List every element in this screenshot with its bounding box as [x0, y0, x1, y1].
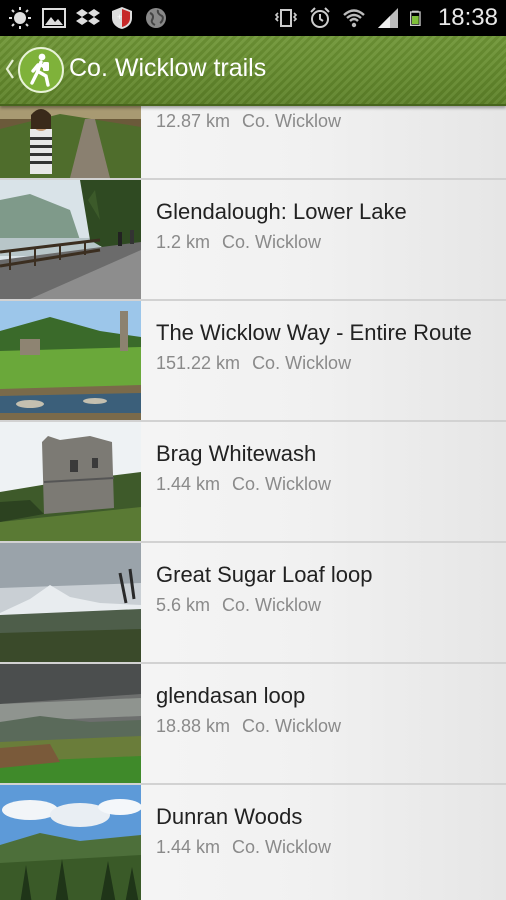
- brightness-icon: [9, 7, 31, 29]
- wifi-icon: [343, 9, 365, 28]
- trail-row[interactable]: The Wicklow Way - Entire Route 151.22 km…: [0, 301, 506, 422]
- clock-time: 18:38: [437, 4, 498, 31]
- page-title: Co. Wicklow trails: [69, 54, 267, 82]
- trail-distance: 1.44 km: [156, 474, 221, 494]
- trail-distance: 1.2 km: [156, 232, 211, 252]
- trail-meta: 1.44 km Co. Wicklow: [156, 474, 331, 495]
- trail-photo: [0, 664, 141, 783]
- trail-meta: 151.22 km Co. Wicklow: [156, 353, 351, 374]
- trail-distance: 151.22 km: [156, 353, 241, 373]
- trail-name: The Wicklow Way - Entire Route: [156, 320, 472, 345]
- up-chevron-icon[interactable]: [4, 56, 16, 82]
- hiker-logo-icon[interactable]: [18, 47, 64, 93]
- trail-list[interactable]: 12.87 km Co. Wicklow Glendalough: Lower L…: [0, 104, 506, 900]
- trail-county: Co. Wicklow: [232, 837, 332, 857]
- trail-row[interactable]: Brag Whitewash 1.44 km Co. Wicklow: [0, 422, 506, 543]
- trail-row[interactable]: Glendalough: Lower Lake 1.2 km Co. Wicklo…: [0, 180, 506, 301]
- shield-icon: +: [112, 7, 132, 29]
- trail-photo: [0, 543, 141, 662]
- trail-name: Glendalough: Lower Lake: [156, 199, 407, 224]
- vibrate-icon: [274, 9, 298, 27]
- trail-meta: 18.88 km Co. Wicklow: [156, 716, 341, 737]
- trail-row[interactable]: Dunran Woods 1.44 km Co. Wicklow: [0, 785, 506, 900]
- trail-photo: [0, 422, 141, 541]
- trail-meta: 1.2 km Co. Wicklow: [156, 232, 321, 253]
- image-icon: [42, 8, 66, 28]
- trail-meta: 1.44 km Co. Wicklow: [156, 837, 331, 858]
- dropbox-icon: [76, 9, 100, 25]
- trail-county: Co. Wicklow: [242, 716, 342, 736]
- trail-row[interactable]: glendasan loop 18.88 km Co. Wicklow: [0, 664, 506, 785]
- trail-photo: [0, 180, 141, 299]
- battery-icon: [409, 10, 421, 26]
- trail-meta: 5.6 km Co. Wicklow: [156, 595, 321, 616]
- trail-row[interactable]: Great Sugar Loaf loop 5.6 km Co. Wicklow: [0, 543, 506, 664]
- trail-distance: 12.87 km: [156, 111, 231, 131]
- trail-name: Great Sugar Loaf loop: [156, 562, 373, 587]
- trail-county: Co. Wicklow: [222, 595, 322, 615]
- trail-meta: 12.87 km Co. Wicklow: [156, 111, 341, 132]
- alarm-icon: [310, 7, 330, 28]
- trail-photo: [0, 301, 141, 420]
- trail-name: glendasan loop: [156, 683, 306, 708]
- globe-icon: [146, 8, 166, 28]
- svg-text:+: +: [117, 12, 122, 22]
- signal-icon: [377, 8, 398, 28]
- trail-row[interactable]: 12.87 km Co. Wicklow: [0, 104, 506, 180]
- trail-distance: 1.44 km: [156, 837, 221, 857]
- trail-name: Dunran Woods: [156, 804, 303, 829]
- trail-county: Co. Wicklow: [232, 474, 332, 494]
- trail-name: Brag Whitewash: [156, 441, 317, 466]
- trail-photo: [0, 104, 141, 178]
- trail-county: Co. Wicklow: [242, 111, 342, 131]
- trail-photo: [0, 785, 141, 900]
- trail-distance: 5.6 km: [156, 595, 211, 615]
- trail-distance: 18.88 km: [156, 716, 231, 736]
- trail-county: Co. Wicklow: [252, 353, 352, 373]
- action-bar: Co. Wicklow trails: [0, 36, 506, 106]
- status-bar: + 18:38: [0, 0, 506, 36]
- trail-county: Co. Wicklow: [222, 232, 322, 252]
